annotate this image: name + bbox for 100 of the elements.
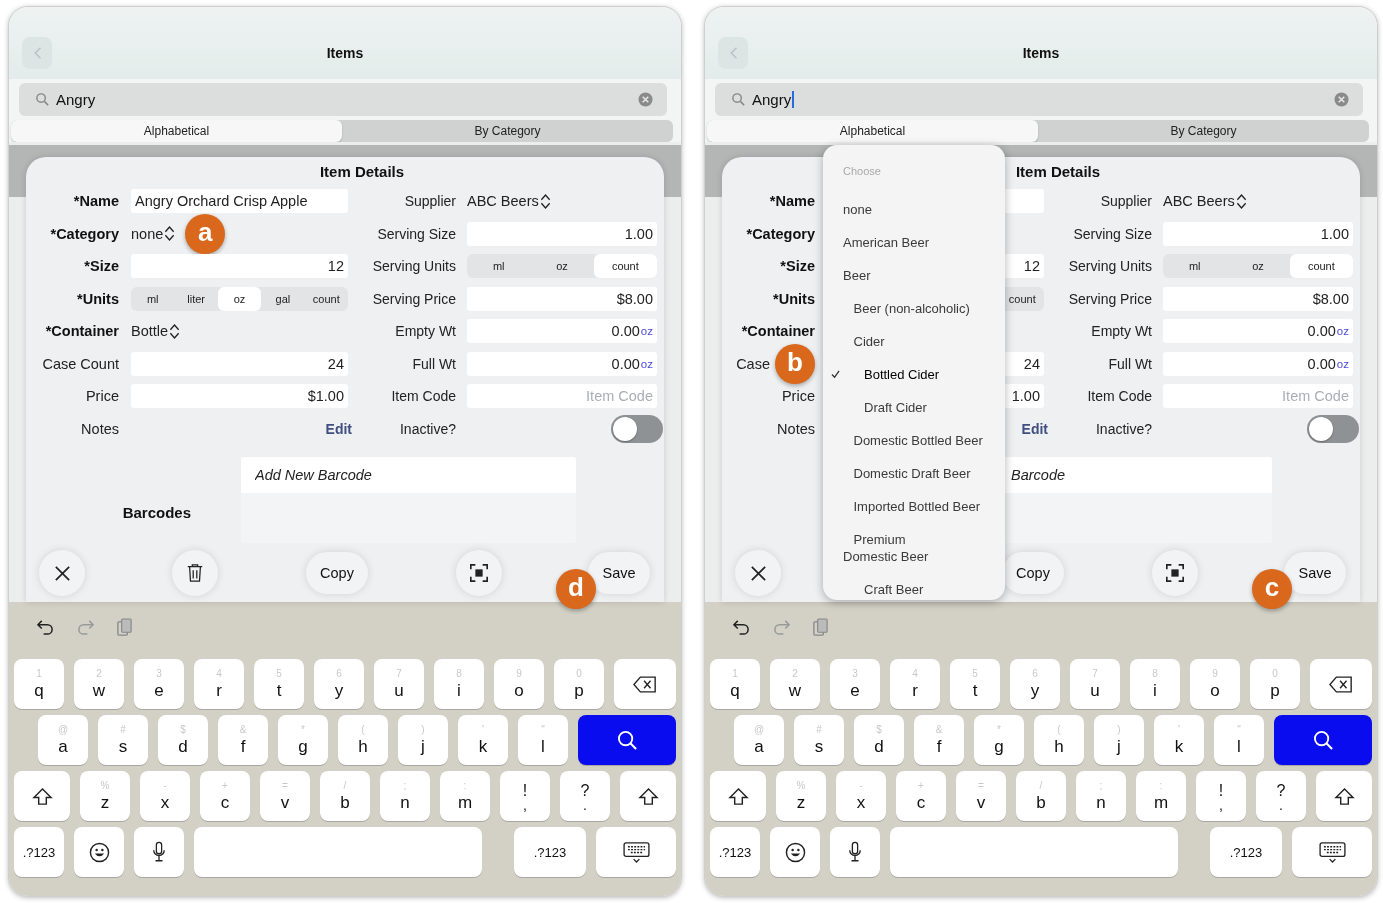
segment-option[interactable]: oz xyxy=(530,254,594,279)
letter-key[interactable]: ; n xyxy=(380,771,430,821)
search-key[interactable] xyxy=(1274,715,1372,765)
menu-option[interactable]: Draft Cider xyxy=(829,391,1001,424)
segment-option[interactable]: liter xyxy=(174,286,218,311)
letter-key[interactable]: - x xyxy=(140,771,190,821)
letter-key[interactable]: # s xyxy=(794,715,844,765)
letter-key[interactable]: ( h xyxy=(1034,715,1084,765)
shift-key[interactable] xyxy=(14,771,70,821)
tab[interactable]: By Category xyxy=(1038,120,1369,142)
letter-key[interactable]: $ d xyxy=(854,715,904,765)
number-field[interactable]: 1.00 xyxy=(1163,221,1353,246)
text-field[interactable]: Angry Orchard Crisp Apple xyxy=(131,189,348,214)
number-field[interactable]: 0.00oz xyxy=(467,351,657,376)
menu-option[interactable]: Craft Beer xyxy=(829,573,1001,606)
number-field[interactable]: $1.00 xyxy=(131,384,348,409)
barcode-input[interactable]: Add New Barcode xyxy=(241,457,576,493)
scan-button[interactable] xyxy=(1152,550,1198,596)
number-field[interactable]: 12 xyxy=(131,254,348,279)
letter-key[interactable]: ) j xyxy=(398,715,448,765)
menu-option[interactable]: Beer xyxy=(829,259,1001,292)
letter-key[interactable]: ' k xyxy=(458,715,508,765)
numbers-key[interactable]: .?123 xyxy=(14,827,64,877)
segment-option[interactable]: gal xyxy=(261,286,305,311)
input-field[interactable]: Item Code xyxy=(467,384,657,409)
letter-key[interactable]: " l xyxy=(1214,715,1264,765)
backspace-key[interactable] xyxy=(1310,659,1372,709)
shift-key[interactable] xyxy=(710,771,766,821)
letter-key[interactable]: - x xyxy=(836,771,886,821)
search-field[interactable]: Angry xyxy=(19,83,667,116)
segment-option[interactable]: count xyxy=(593,254,657,279)
save-button[interactable]: Save xyxy=(1284,552,1346,594)
scan-button[interactable] xyxy=(456,550,502,596)
clear-icon[interactable] xyxy=(638,92,653,107)
undo-icon[interactable] xyxy=(732,618,751,636)
emoji-key[interactable] xyxy=(770,827,820,877)
number-field[interactable]: 0.00oz xyxy=(1163,351,1353,376)
letter-key[interactable]: @ a xyxy=(38,715,88,765)
menu-option[interactable]: Domestic Bottled Beer xyxy=(829,424,1001,457)
tab[interactable]: Alphabetical xyxy=(11,120,342,142)
segment-option[interactable]: count xyxy=(304,286,348,311)
menu-option[interactable]: Cider xyxy=(829,325,1001,358)
search-field[interactable]: Angry xyxy=(715,83,1363,116)
segment-option[interactable]: count xyxy=(1289,254,1353,279)
shift-key[interactable] xyxy=(620,771,676,821)
hide-keyboard-key[interactable] xyxy=(596,827,676,877)
punctuation-key[interactable]: ? . xyxy=(560,771,610,821)
letter-key[interactable]: / b xyxy=(320,771,370,821)
close-button[interactable] xyxy=(735,550,781,596)
toggle-switch[interactable] xyxy=(611,414,663,443)
letter-key[interactable]: $ d xyxy=(158,715,208,765)
letter-key[interactable]: % z xyxy=(80,771,130,821)
segment-option[interactable]: oz xyxy=(1226,254,1290,279)
letter-key[interactable]: + c xyxy=(896,771,946,821)
tab[interactable]: Alphabetical xyxy=(707,120,1038,142)
letter-key[interactable]: : m xyxy=(1136,771,1186,821)
menu-option[interactable]: Beer (non-alcoholic) xyxy=(829,292,1001,325)
save-button[interactable]: Save xyxy=(588,552,650,594)
delete-button[interactable] xyxy=(172,550,218,596)
input-field[interactable]: Item Code xyxy=(1163,384,1353,409)
picker-button[interactable]: ABC Beers xyxy=(467,192,551,210)
letter-key[interactable]: @ a xyxy=(734,715,784,765)
letter-key[interactable]: % z xyxy=(776,771,826,821)
copy-button[interactable]: Copy xyxy=(306,552,368,594)
microphone-key[interactable] xyxy=(134,827,184,877)
letter-key[interactable]: ' k xyxy=(1154,715,1204,765)
barcode-field[interactable]: Add New Barcode xyxy=(241,457,576,543)
number-field[interactable]: 24 xyxy=(131,351,348,376)
menu-option[interactable]: Bottled Cider xyxy=(829,358,1001,391)
letter-key[interactable]: ( h xyxy=(338,715,388,765)
search-key[interactable] xyxy=(578,715,676,765)
letter-key[interactable]: " l xyxy=(518,715,568,765)
numbers-key[interactable]: .?123 xyxy=(1210,827,1282,877)
segment-option[interactable]: ml xyxy=(131,286,175,311)
edit-link[interactable]: Edit xyxy=(325,420,352,437)
edit-link[interactable]: Edit xyxy=(1021,420,1048,437)
hide-keyboard-key[interactable] xyxy=(1292,827,1372,877)
punctuation-key[interactable]: ! , xyxy=(500,771,550,821)
copy-button[interactable]: Copy xyxy=(1002,552,1064,594)
shift-key[interactable] xyxy=(1316,771,1372,821)
backspace-key[interactable] xyxy=(614,659,676,709)
picker-button[interactable]: Bottle xyxy=(131,322,181,340)
segment-option[interactable]: ml xyxy=(1163,254,1227,279)
menu-option[interactable]: none xyxy=(829,193,1001,226)
picker-button[interactable]: none xyxy=(131,225,176,243)
tab[interactable]: By Category xyxy=(342,120,673,142)
number-field[interactable]: $8.00 xyxy=(467,286,657,311)
menu-option[interactable]: American Beer xyxy=(829,226,1001,259)
numbers-key[interactable]: .?123 xyxy=(514,827,586,877)
emoji-key[interactable] xyxy=(74,827,124,877)
segment-option[interactable]: oz xyxy=(217,286,262,311)
number-field[interactable]: 1.00 xyxy=(467,221,657,246)
microphone-key[interactable] xyxy=(830,827,880,877)
number-field[interactable]: 0.00oz xyxy=(467,319,657,344)
close-button[interactable] xyxy=(39,550,85,596)
undo-icon[interactable] xyxy=(36,618,55,636)
punctuation-key[interactable]: ! , xyxy=(1196,771,1246,821)
letter-key[interactable]: ) j xyxy=(1094,715,1144,765)
numbers-key[interactable]: .?123 xyxy=(710,827,760,877)
letter-key[interactable]: & f xyxy=(218,715,268,765)
